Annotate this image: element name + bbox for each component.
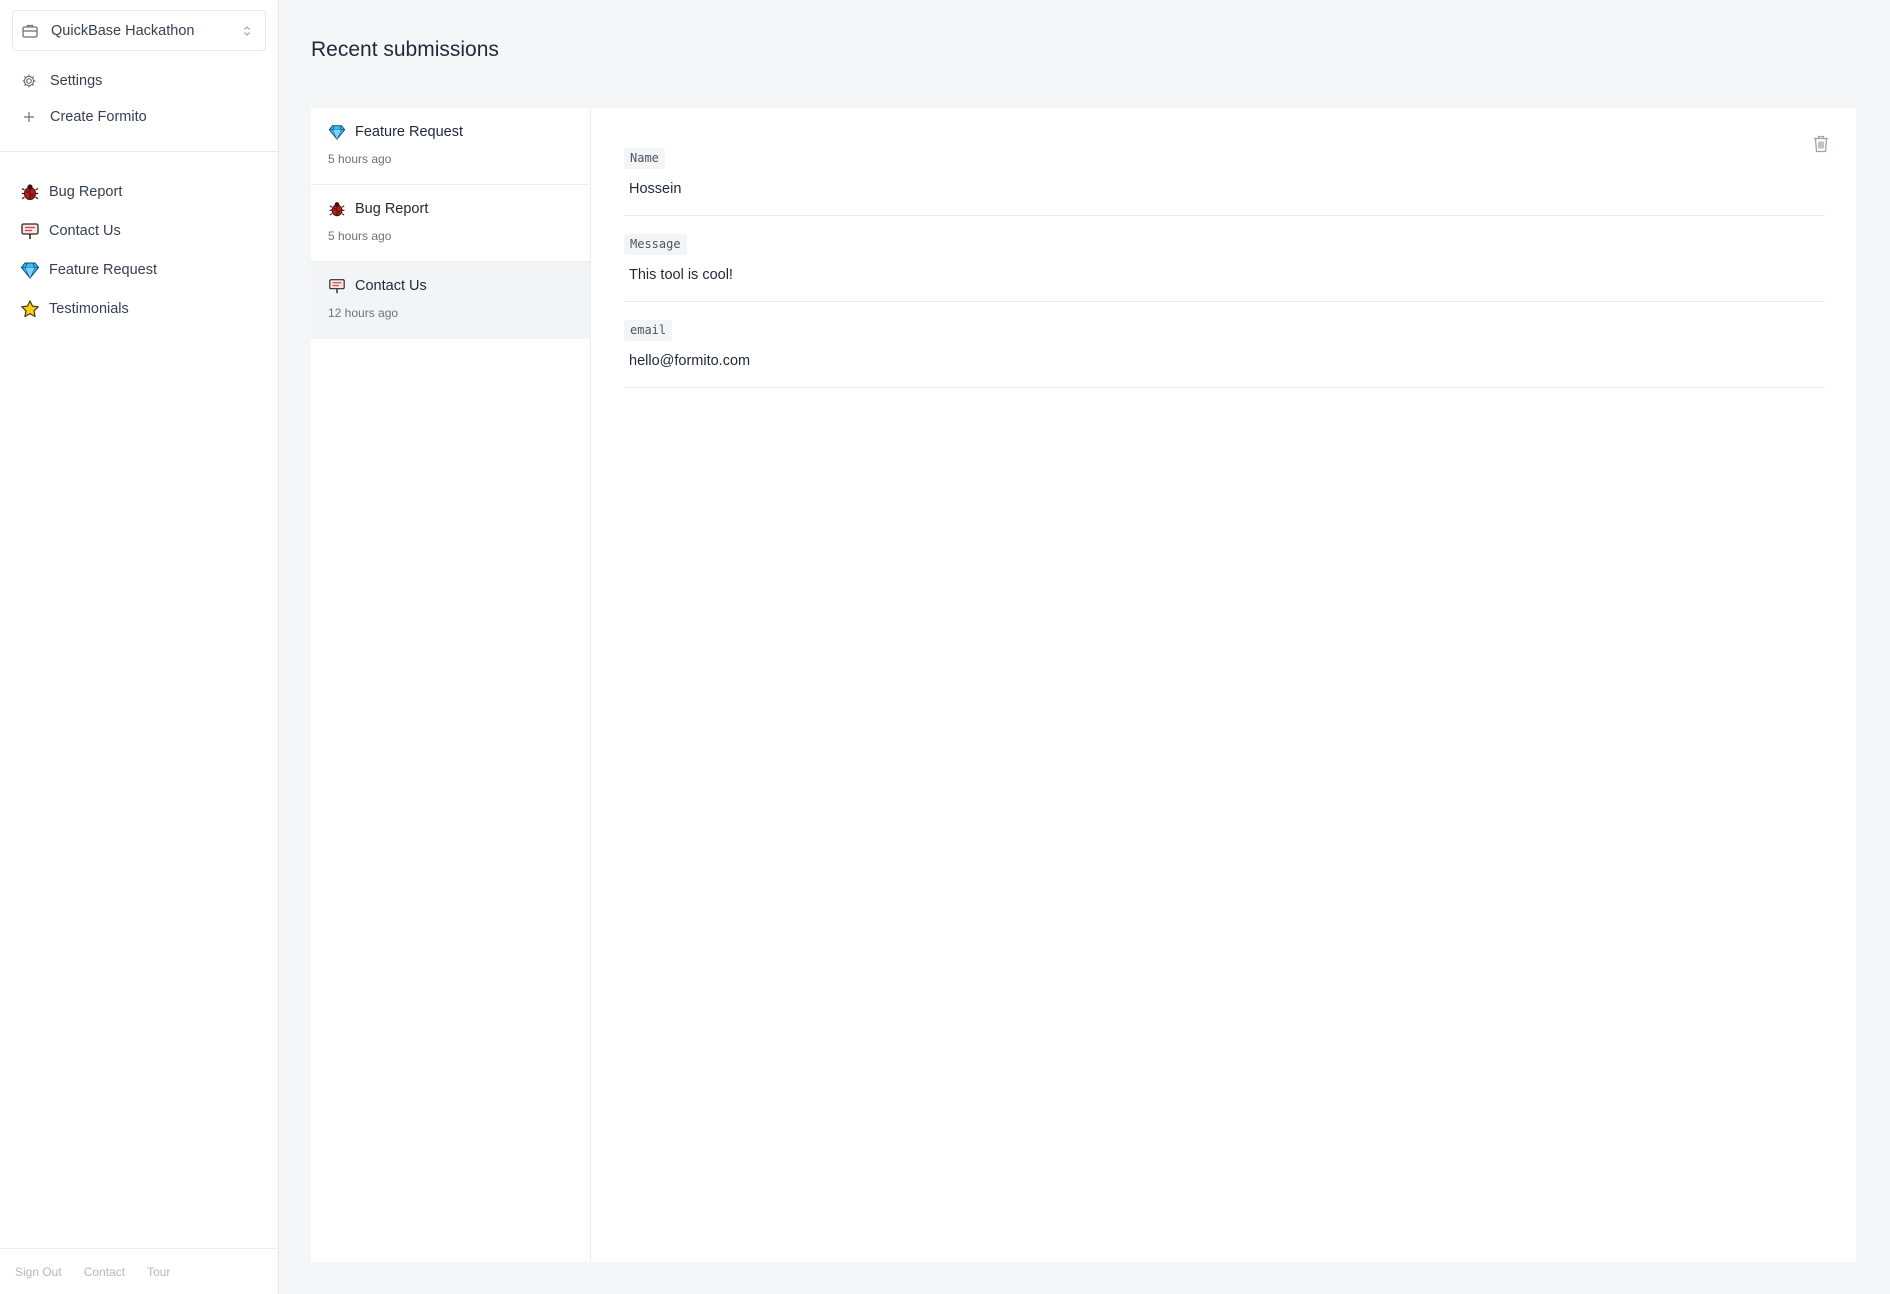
plus-icon	[20, 108, 38, 126]
form-item-testimonials[interactable]: Testimonials	[0, 289, 278, 328]
nav-item-label: Settings	[50, 73, 103, 89]
form-item-bug-report[interactable]: Bug Report	[0, 172, 278, 211]
form-item-label: Testimonials	[49, 300, 129, 317]
workspace-switcher[interactable]: QuickBase Hackathon	[12, 10, 266, 51]
form-item-label: Feature Request	[49, 261, 158, 278]
submissions-list: Feature Request 5 hours ago Bug Report 5…	[311, 108, 591, 1262]
contact-link[interactable]: Contact	[84, 1265, 125, 1279]
bug-icon	[328, 200, 346, 218]
field-label: Name	[624, 148, 665, 169]
submission-time: 12 hours ago	[328, 306, 399, 320]
sidebar-nav: Settings Create Formito	[0, 63, 278, 135]
sign-out-link[interactable]: Sign Out	[15, 1265, 62, 1279]
sidebar-divider	[0, 151, 278, 152]
bug-icon	[20, 182, 40, 202]
field-value: hello@formito.com	[629, 353, 751, 369]
gem-icon	[20, 260, 40, 280]
field-label: email	[624, 320, 673, 341]
submission-title: Contact Us	[355, 278, 427, 294]
field-email: email hello@formito.com	[624, 320, 1825, 388]
sidebar: QuickBase Hackathon Settings Create Form…	[0, 0, 279, 1294]
trash-icon[interactable]	[1812, 134, 1830, 154]
submission-time: 5 hours ago	[328, 229, 392, 243]
chevron-up-down-icon	[241, 24, 253, 38]
submission-item[interactable]: Feature Request 5 hours ago	[311, 108, 590, 185]
nav-item-create-formito[interactable]: Create Formito	[0, 99, 278, 135]
app-root: QuickBase Hackathon Settings Create Form…	[0, 0, 1890, 1294]
field-name: Name Hossein	[624, 148, 1825, 216]
form-item-label: Contact Us	[49, 222, 121, 239]
submission-title: Bug Report	[355, 201, 429, 217]
form-item-feature-request[interactable]: Feature Request	[0, 250, 278, 289]
star-icon	[20, 299, 40, 319]
page-title: Recent submissions	[311, 38, 499, 61]
submission-item-selected[interactable]: Contact Us 12 hours ago	[311, 262, 590, 339]
form-item-contact-us[interactable]: Contact Us	[0, 211, 278, 250]
field-value: Hossein	[629, 181, 682, 197]
workspace-name: QuickBase Hackathon	[51, 22, 195, 39]
tour-link[interactable]: Tour	[147, 1265, 170, 1279]
submissions-panel: Feature Request 5 hours ago Bug Report 5…	[311, 108, 1856, 1262]
field-label: Message	[624, 234, 687, 255]
field-message: Message This tool is cool!	[624, 234, 1825, 302]
sign-icon	[328, 277, 346, 295]
sign-icon	[20, 221, 40, 241]
main-content: Recent submissions Feature Request 5 hou…	[279, 0, 1890, 1294]
field-value: This tool is cool!	[629, 267, 733, 283]
submission-detail: Name Hossein Message This tool is cool! …	[591, 108, 1856, 1262]
submission-title: Feature Request	[355, 124, 464, 140]
submission-item[interactable]: Bug Report 5 hours ago	[311, 185, 590, 262]
briefcase-icon	[21, 22, 39, 40]
gem-icon	[328, 123, 346, 141]
submission-time: 5 hours ago	[328, 152, 392, 166]
sidebar-footer: Sign Out Contact Tour	[0, 1248, 278, 1294]
form-item-label: Bug Report	[49, 183, 123, 200]
forms-list: Bug Report Contact Us Feature Request Te…	[0, 172, 278, 328]
nav-item-settings[interactable]: Settings	[0, 63, 278, 99]
nav-item-label: Create Formito	[50, 109, 147, 125]
gear-icon	[20, 72, 38, 90]
